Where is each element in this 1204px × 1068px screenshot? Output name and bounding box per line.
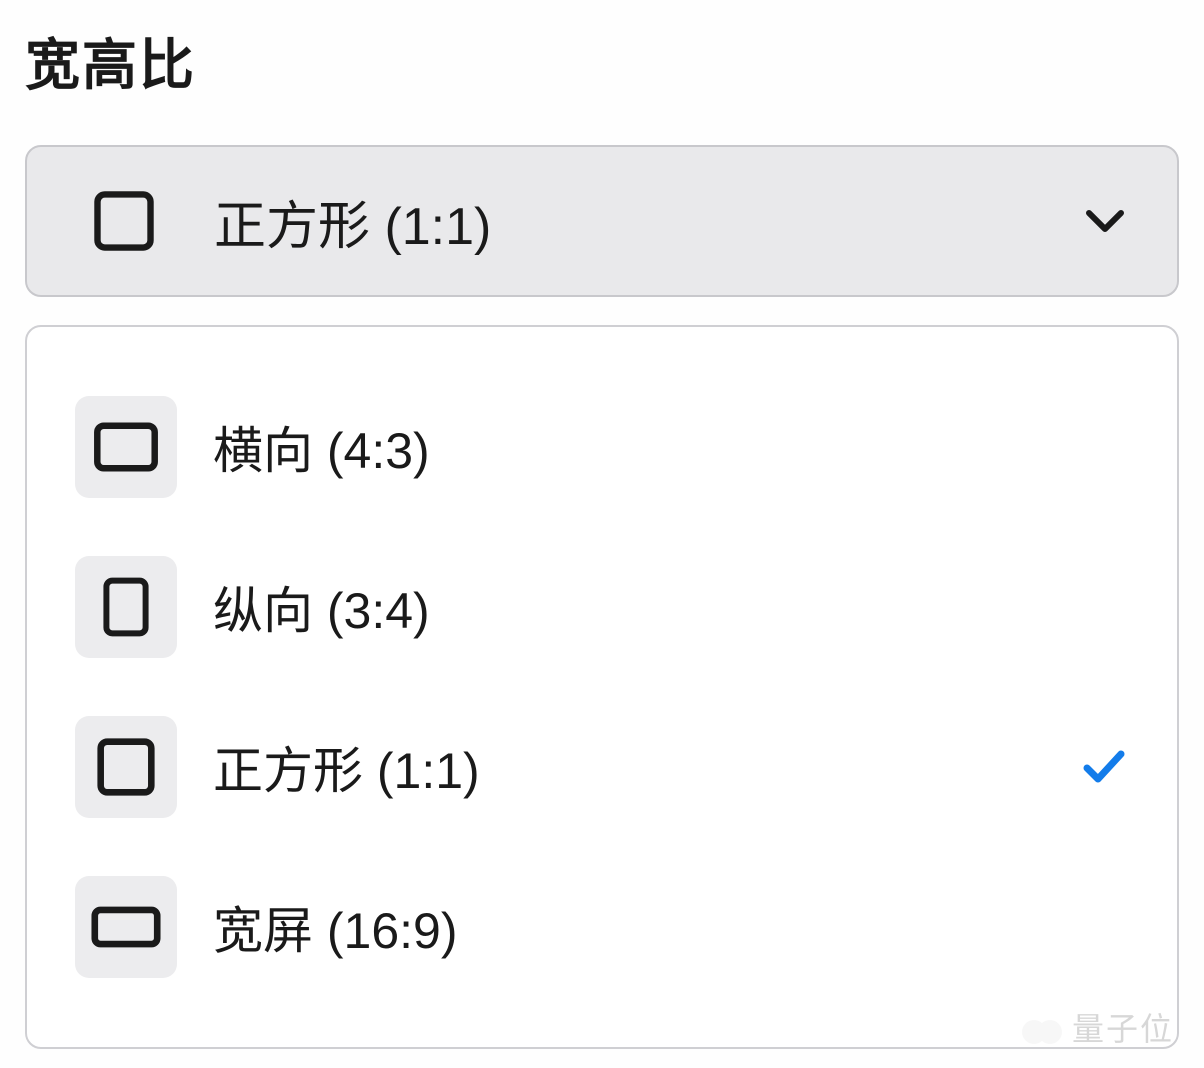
option-label: 横向 (4:3): [213, 411, 1127, 483]
watermark: 量子位: [1020, 1004, 1174, 1050]
aspect-option-portrait[interactable]: 纵向 (3:4): [27, 527, 1177, 687]
option-label: 正方形 (1:1): [213, 731, 1081, 803]
aspect-ratio-dropdown-panel: 横向 (4:3) 纵向 (3:4) 正方形 (1:1) 宽屏 (16:9): [25, 325, 1179, 1049]
watermark-text: 量子位: [1072, 1011, 1174, 1047]
check-icon: [1081, 744, 1127, 790]
square-icon: [89, 186, 159, 256]
square-icon: [75, 716, 177, 818]
aspect-ratio-dropdown-trigger[interactable]: 正方形 (1:1): [25, 145, 1179, 297]
watermark-logo-icon: [1020, 1016, 1064, 1048]
section-title: 宽高比: [25, 20, 1179, 100]
widescreen-icon: [75, 876, 177, 978]
option-label: 纵向 (3:4): [213, 571, 1127, 643]
chevron-down-icon: [1083, 199, 1127, 243]
aspect-option-square[interactable]: 正方形 (1:1): [27, 687, 1177, 847]
option-label: 宽屏 (16:9): [213, 891, 1127, 963]
aspect-option-widescreen[interactable]: 宽屏 (16:9): [27, 847, 1177, 1007]
dropdown-selected-label: 正方形 (1:1): [214, 184, 1083, 259]
landscape-icon: [75, 396, 177, 498]
portrait-icon: [75, 556, 177, 658]
aspect-option-landscape[interactable]: 横向 (4:3): [27, 367, 1177, 527]
